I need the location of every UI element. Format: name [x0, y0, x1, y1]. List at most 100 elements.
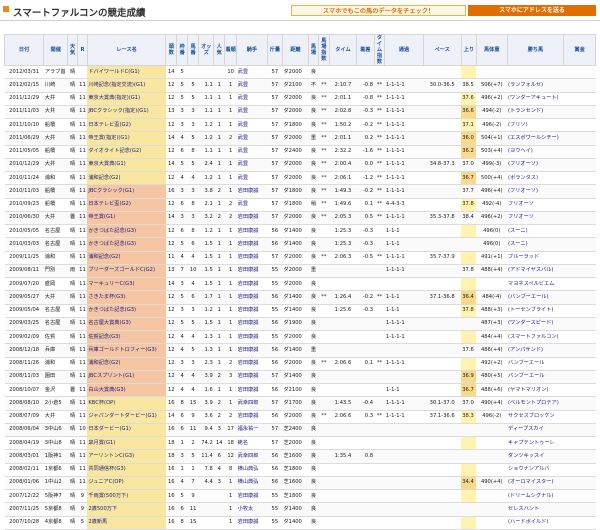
winner-link[interactable]: (ヤマトマリオン) — [507, 383, 564, 398]
winner-link[interactable]: フリオーソ — [507, 198, 564, 212]
race-name-link[interactable]: 日本テレビ盃(G2) — [87, 198, 166, 212]
jockey-link[interactable]: 岩田康誠 — [236, 410, 268, 424]
race-name-link[interactable]: かきつばた記念(G3) — [87, 237, 166, 252]
winner-link[interactable]: (アドマイヤスバル) — [507, 264, 564, 279]
race-name-link[interactable]: 2歳500万下 — [87, 502, 166, 517]
winner-link[interactable]: サクセスブロッケン — [507, 410, 564, 424]
race-name-link[interactable]: かきつばた記念(G3) — [87, 224, 166, 239]
jockey-link[interactable]: 武豊 — [236, 131, 268, 146]
winner-link[interactable]: (ランフォルセ) — [507, 78, 564, 93]
race-name-link[interactable]: アーリントンC(G3) — [87, 449, 166, 464]
smartphone-banner[interactable]: スマホでもこの馬のデータをチェック！ — [291, 5, 466, 16]
jockey-link[interactable]: 武幸四郎 — [236, 449, 268, 464]
race-name-link[interactable]: 白山大賞典(G3) — [87, 383, 166, 398]
race-name-link[interactable]: ブリーダーズゴールドC(G2) — [87, 264, 166, 279]
race-name-link[interactable]: 帝王賞(指定)(G1) — [87, 131, 166, 146]
winner-link[interactable]: (オーロマイスター) — [507, 476, 564, 491]
send-address-button[interactable]: スマホにアドレスを送る — [468, 5, 596, 16]
jockey-link[interactable]: 岩田康誠 — [236, 251, 268, 265]
winner-link[interactable]: フリオーソ — [507, 211, 564, 226]
race-name-link[interactable]: マーキュリーC(G3) — [87, 277, 166, 292]
jockey-link[interactable]: 岩田康誠 — [236, 489, 268, 504]
winner-link[interactable]: (トーセンブライト) — [507, 304, 564, 318]
winner-link[interactable]: (ドリームシグナル) — [507, 489, 564, 504]
race-name-link[interactable]: ダイオライト記念(G2) — [87, 145, 166, 159]
jockey-link[interactable]: 武豊 — [236, 145, 268, 159]
race-name-link[interactable]: さきたま杯(G3) — [87, 290, 166, 305]
winner-link[interactable]: ショウナンアルバ — [507, 463, 564, 477]
race-name-link[interactable]: 川崎記念(指定交流)(G1) — [87, 78, 166, 93]
winner-link[interactable]: (ボランタス) — [507, 171, 564, 186]
jockey-link[interactable]: 岩田康誠 — [236, 516, 268, 530]
jockey-link[interactable]: 岩田康誠 — [236, 224, 268, 239]
winner-link[interactable]: ブルーラッド — [507, 251, 564, 265]
race-name-link[interactable]: 佐賀記念(G3) — [87, 330, 166, 345]
winner-link[interactable]: (フリソ) — [507, 118, 564, 133]
winner-link[interactable]: (フリオーソ) — [507, 184, 564, 199]
jockey-link[interactable]: 岩田康誠 — [236, 357, 268, 371]
jockey-link[interactable]: 小牧太 — [236, 502, 268, 517]
winner-link[interactable]: セレスハント — [507, 502, 564, 517]
race-name-link[interactable]: 東京大賞典(指定)(G1) — [87, 92, 166, 106]
race-name-link[interactable]: 帝王賞(G1) — [87, 211, 166, 226]
race-name-link[interactable]: ジュニアC(OP) — [87, 476, 166, 491]
jockey-link[interactable]: 武豊 — [236, 78, 268, 93]
jockey-link[interactable]: 蛯名 — [236, 436, 268, 451]
jockey-link[interactable]: 岩田康誠 — [236, 264, 268, 279]
race-name-link[interactable]: 浦和記念(G2) — [87, 171, 166, 186]
winner-link[interactable]: ディープスカイ — [507, 423, 564, 438]
race-name-link[interactable]: 日本テレビ盃(G2) — [87, 118, 166, 133]
race-name-link[interactable]: 浦和記念(G2) — [87, 251, 166, 265]
jockey-link[interactable]: 武豊 — [236, 158, 268, 173]
winner-link[interactable]: (ワンダーアキュート) — [507, 92, 564, 106]
race-name-link[interactable]: ジャパンダートダービー(G1) — [87, 410, 166, 424]
winner-link[interactable]: (エスポワールシチー) — [507, 131, 564, 146]
race-name-link[interactable]: 共同通信杯(G3) — [87, 463, 166, 477]
winner-link[interactable]: バンブーエール — [507, 357, 564, 371]
race-name-link[interactable]: ドバイワールドC(G1) — [87, 65, 166, 80]
race-name-link[interactable]: 浦和記念(G2) — [87, 357, 166, 371]
winner-link[interactable]: マヨネスペルビエム — [507, 277, 564, 292]
jockey-link[interactable]: 武豊 — [236, 105, 268, 120]
jockey-link[interactable]: 岩田康誠 — [236, 277, 268, 292]
winner-link[interactable]: ダンツキッスイ — [507, 449, 564, 464]
race-name-link[interactable]: 東京大賞典(G1) — [87, 158, 166, 173]
jockey-link[interactable]: 岩田康誠 — [236, 383, 268, 398]
jockey-link[interactable]: 武幸四郎 — [236, 396, 268, 411]
race-name-link[interactable]: KBC杯(OP) — [87, 396, 166, 411]
jockey-link[interactable]: 岩田康誠 — [236, 184, 268, 199]
winner-link[interactable]: (トランセンド) — [507, 105, 564, 120]
race-name-link[interactable]: JBCクラシック(G1) — [87, 184, 166, 199]
jockey-link[interactable]: 岩田康誠 — [236, 290, 268, 305]
winner-link[interactable]: (バンブーエール) — [507, 290, 564, 305]
jockey-link[interactable]: 武豊 — [236, 118, 268, 133]
jockey-link[interactable]: 横山典弘 — [236, 476, 268, 491]
winner-link[interactable]: (スマートファルコン) — [507, 330, 564, 345]
winner-link[interactable]: (ワンダースピード) — [507, 317, 564, 332]
race-name-link[interactable]: 2歳新馬 — [87, 516, 166, 530]
jockey-link[interactable]: 岩田康誠 — [236, 330, 268, 345]
race-name-link[interactable]: 千両賞(500万下) — [87, 489, 166, 504]
jockey-link[interactable]: 岩田康誠 — [236, 317, 268, 332]
jockey-link[interactable]: 岩田康誠 — [236, 304, 268, 318]
race-name-link[interactable]: JBCクラシック(指定)(G1) — [87, 105, 166, 120]
winner-link[interactable]: (ヨウヘイ) — [507, 145, 564, 159]
race-name-link[interactable]: JBCスプリント(G1) — [87, 370, 166, 385]
winner-link[interactable] — [507, 65, 564, 80]
winner-link[interactable]: (ハードボイルド) — [507, 516, 564, 530]
jockey-link[interactable]: 福永祐一 — [236, 423, 268, 438]
winner-link[interactable]: (アンパサンド) — [507, 343, 564, 358]
jockey-link[interactable]: 岩田康誠 — [236, 237, 268, 252]
winner-link[interactable]: (ベルモントプロテア) — [507, 396, 564, 411]
winner-link[interactable]: (スーニ) — [507, 224, 564, 239]
jockey-link[interactable]: 横山典弘 — [236, 463, 268, 477]
winner-link[interactable]: バンブーエール — [507, 370, 564, 385]
jockey-link[interactable]: 岩田康誠 — [236, 343, 268, 358]
winner-link[interactable]: キャプテントゥーレ — [507, 436, 564, 451]
jockey-link[interactable]: 武豊 — [236, 171, 268, 186]
race-name-link[interactable]: かきつばた記念(G3) — [87, 304, 166, 318]
race-name-link[interactable]: 皐月賞(G1) — [87, 436, 166, 451]
winner-link[interactable]: (スーニ) — [507, 237, 564, 252]
jockey-link[interactable]: 岩田康誠 — [236, 211, 268, 226]
jockey-link[interactable]: 武豊 — [236, 65, 268, 80]
